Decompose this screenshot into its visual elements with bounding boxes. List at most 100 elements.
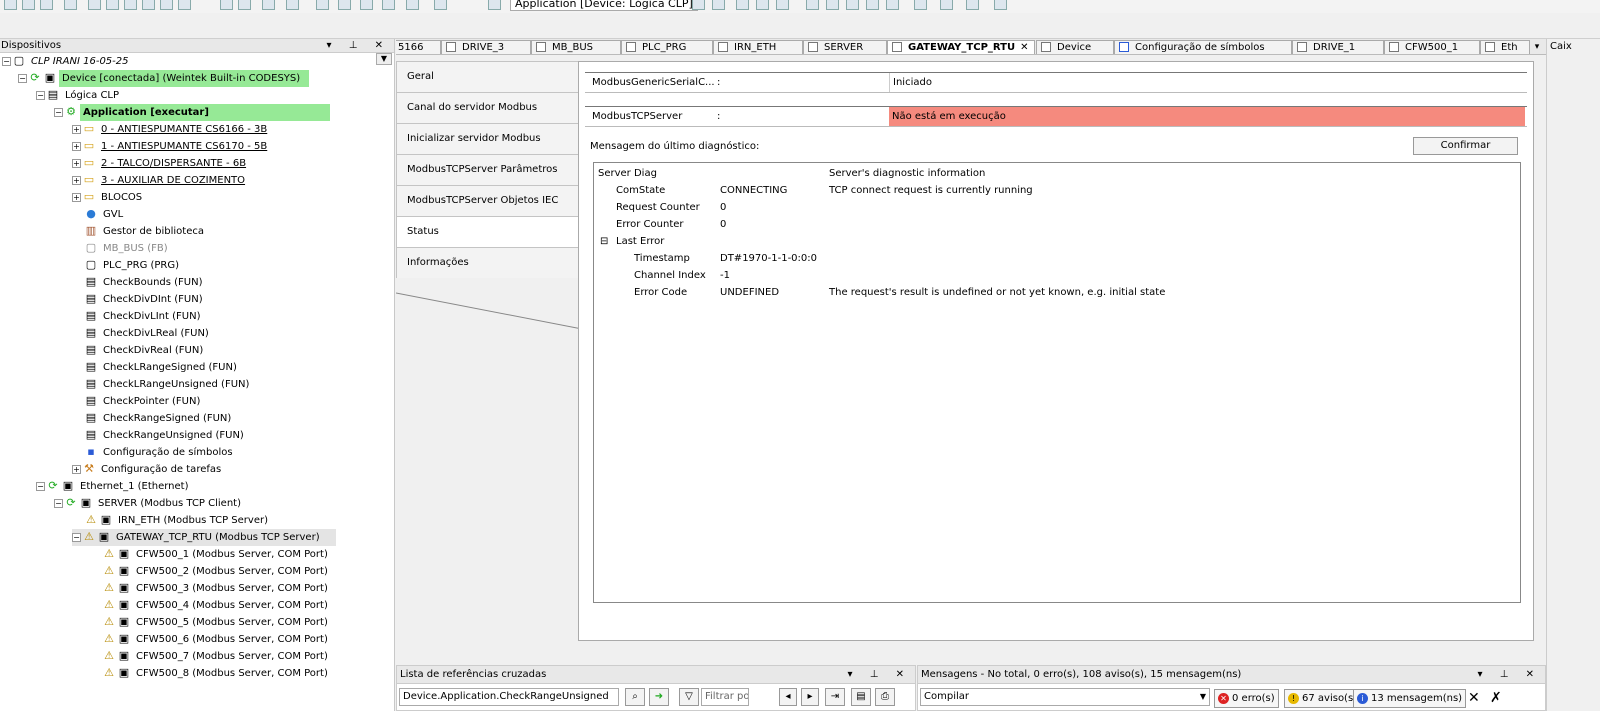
run-to-cursor-icon[interactable]: [866, 0, 879, 10]
clear-messages-icon[interactable]: ✕: [1468, 689, 1480, 707]
filter-icon[interactable]: ▽: [679, 688, 699, 706]
tree-node-com-server[interactable]: ⚠ ▣ CFW500_1 (Modbus Server, COM Port): [103, 546, 331, 563]
tree-node-device[interactable]: − ⟳ ▣ Device [conectada] (Weintek Built-in …: [18, 70, 309, 87]
delete-icon[interactable]: [178, 0, 191, 10]
side-tab-init-server[interactable]: Inicializar servidor Modbus: [396, 123, 583, 154]
tree-node-folder[interactable]: + ▭ 0 - ANTIESPUMANTE CS6166 - 3B: [72, 121, 270, 138]
tree-node-symbols[interactable]: ▪ Configuração de símbolos: [85, 444, 236, 461]
doc-tab[interactable]: Eth: [1480, 40, 1530, 54]
print-icon[interactable]: [64, 0, 77, 10]
tree-node-com-server[interactable]: ⚠ ▣ CFW500_5 (Modbus Server, COM Port): [103, 614, 331, 631]
replace-icon[interactable]: [238, 0, 251, 10]
save-icon[interactable]: [40, 0, 53, 10]
panel-window-controls[interactable]: ▾ ⊥ ✕: [848, 666, 911, 684]
tree-node-project[interactable]: − ▢ CLP IRANI 16-05-25: [2, 53, 132, 70]
messages-filter-button[interactable]: i 13 mensagem(ns): [1353, 689, 1467, 708]
expand-icon[interactable]: +: [72, 192, 81, 202]
unforce-icon[interactable]: [966, 0, 979, 10]
write-values-icon[interactable]: [914, 0, 927, 10]
expand-icon[interactable]: +: [72, 175, 81, 185]
step-into-icon[interactable]: [826, 0, 839, 10]
print-icon[interactable]: ⎙: [875, 688, 895, 706]
side-tab-parameters[interactable]: ModbusTCPServer Parâmetros: [396, 154, 583, 185]
breakpoint-icon[interactable]: [886, 0, 899, 10]
tab-list-dropdown-icon[interactable]: ▾: [1530, 41, 1544, 54]
logout-icon[interactable]: [712, 0, 725, 10]
tree-node-pou[interactable]: ▢ PLC_PRG (PRG): [85, 257, 182, 274]
add-device-icon[interactable]: [434, 0, 447, 10]
tree-node-pou[interactable]: ▤ CheckBounds (FUN): [85, 274, 206, 291]
tree-node-ethernet[interactable]: − ⟳ ▣ Ethernet_1 (Ethernet): [36, 478, 192, 495]
errors-filter-button[interactable]: ✕ 0 erro(s): [1214, 689, 1279, 708]
start-icon[interactable]: [736, 0, 749, 10]
collapse-icon[interactable]: −: [2, 56, 11, 66]
collapse-icon[interactable]: −: [36, 90, 45, 100]
build-icon[interactable]: [262, 0, 275, 10]
tree-node-com-server[interactable]: ⚠ ▣ CFW500_8 (Modbus Server, COM Port): [103, 665, 331, 682]
side-tab-server-channel[interactable]: Canal do servidor Modbus: [396, 92, 583, 123]
doc-tab-active[interactable]: GATEWAY_TCP_RTU ✕: [887, 40, 1035, 54]
tree-node-folder[interactable]: + ▭ 3 - AUXILIAR DE COZIMENTO: [72, 172, 248, 189]
doc-tab[interactable]: SERVER: [803, 40, 887, 54]
tree-node-pou[interactable]: ▢ MB_BUS (FB): [85, 240, 171, 257]
clear-all-icon[interactable]: ✗: [1490, 689, 1502, 707]
diag-collapse-icon[interactable]: ⊟: [600, 233, 608, 250]
warnings-filter-button[interactable]: ! 67 aviso(s): [1284, 689, 1362, 708]
tree-node-pou[interactable]: ▤ CheckRangeSigned (FUN): [85, 410, 234, 427]
expand-icon[interactable]: +: [72, 158, 81, 168]
doc-tab[interactable]: DRIVE_3: [441, 40, 531, 54]
find-icon[interactable]: [220, 0, 233, 10]
tree-node-pou[interactable]: ▤ CheckDivDInt (FUN): [85, 291, 206, 308]
tree-node-folder[interactable]: + ▭ 2 - TALCO/DISPERSANTE - 6B: [72, 155, 249, 172]
collapse-icon[interactable]: −: [36, 481, 45, 491]
tree-node-pou[interactable]: ▤ CheckDivLReal (FUN): [85, 325, 212, 342]
tree-node-application[interactable]: − ⚙ Application [executar]: [54, 104, 330, 121]
stop-icon[interactable]: [756, 0, 769, 10]
collapse-icon[interactable]: −: [54, 107, 63, 117]
undo-icon[interactable]: [88, 0, 101, 10]
side-tab-geral[interactable]: Geral: [396, 61, 583, 92]
doc-tab[interactable]: Device: [1036, 40, 1114, 54]
message-category-select[interactable]: Compilar ▼: [920, 688, 1210, 706]
expand-icon[interactable]: +: [72, 141, 81, 151]
goto-definition-icon[interactable]: ⇥: [825, 688, 845, 706]
tree-node-folder[interactable]: + ▭ 1 - ANTIESPUMANTE CS6170 - 5B: [72, 138, 270, 155]
device-icon[interactable]: [406, 0, 419, 10]
confirm-button[interactable]: Confirmar: [1413, 137, 1518, 155]
tree-node-modbus-server-selected[interactable]: − ⚠ ▣ GATEWAY_TCP_RTU (Modbus TCP Server): [72, 529, 336, 546]
side-tab-status[interactable]: Status: [396, 216, 583, 247]
collapse-icon[interactable]: −: [72, 532, 81, 542]
new-file-icon[interactable]: [4, 0, 17, 10]
tree-node-modbus-client[interactable]: − ⟳ ▣ SERVER (Modbus TCP Client): [54, 495, 244, 512]
open-folder-icon[interactable]: [22, 0, 35, 10]
panel-window-controls[interactable]: ▾ ⊥ ✕: [327, 39, 390, 53]
expand-icon[interactable]: +: [72, 124, 81, 134]
tree-node-library[interactable]: ▥ Gestor de biblioteca: [85, 223, 207, 240]
reset-icon[interactable]: [776, 0, 789, 10]
tree-node-pou[interactable]: ▤ CheckLRangeSigned (FUN): [85, 359, 240, 376]
tree-node-plc-logic[interactable]: − ▤ Lógica CLP: [36, 87, 122, 104]
toolbox-tab-label[interactable]: Caix: [1550, 41, 1572, 52]
tree-node-com-server[interactable]: ⚠ ▣ CFW500_4 (Modbus Server, COM Port): [103, 597, 331, 614]
filter-input[interactable]: Filtrar por: [701, 688, 749, 706]
bookmark-icon[interactable]: [316, 0, 329, 10]
bookmark-next-icon[interactable]: [338, 0, 351, 10]
doc-tab[interactable]: CFW500_1: [1384, 40, 1480, 54]
tree-node-pou[interactable]: ▤ CheckDivLInt (FUN): [85, 308, 203, 325]
search-icon[interactable]: ⌕: [625, 688, 645, 706]
bookmark-clear-icon[interactable]: [382, 0, 395, 10]
tree-node-pou[interactable]: ▤ CheckLRangeUnsigned (FUN): [85, 376, 252, 393]
bookmark-prev-icon[interactable]: [360, 0, 373, 10]
active-application-combo[interactable]: Application [Device: Lógica CLP]: [510, 0, 698, 11]
go-icon[interactable]: ➜: [649, 688, 669, 706]
tree-node-com-server[interactable]: ⚠ ▣ CFW500_3 (Modbus Server, COM Port): [103, 580, 331, 597]
step-out-icon[interactable]: [846, 0, 859, 10]
tree-node-tasks[interactable]: + ⚒ Configuração de tarefas: [72, 461, 224, 478]
tree-node-com-server[interactable]: ⚠ ▣ CFW500_6 (Modbus Server, COM Port): [103, 631, 331, 648]
panel-window-controls[interactable]: ▾ ⊥ ✕: [1478, 666, 1541, 684]
copy-icon[interactable]: [142, 0, 155, 10]
settings-icon[interactable]: [994, 0, 1007, 10]
chevron-down-icon[interactable]: ▼: [376, 53, 392, 65]
tree-node-pou[interactable]: ▤ CheckDivReal (FUN): [85, 342, 206, 359]
step-over-icon[interactable]: [806, 0, 819, 10]
